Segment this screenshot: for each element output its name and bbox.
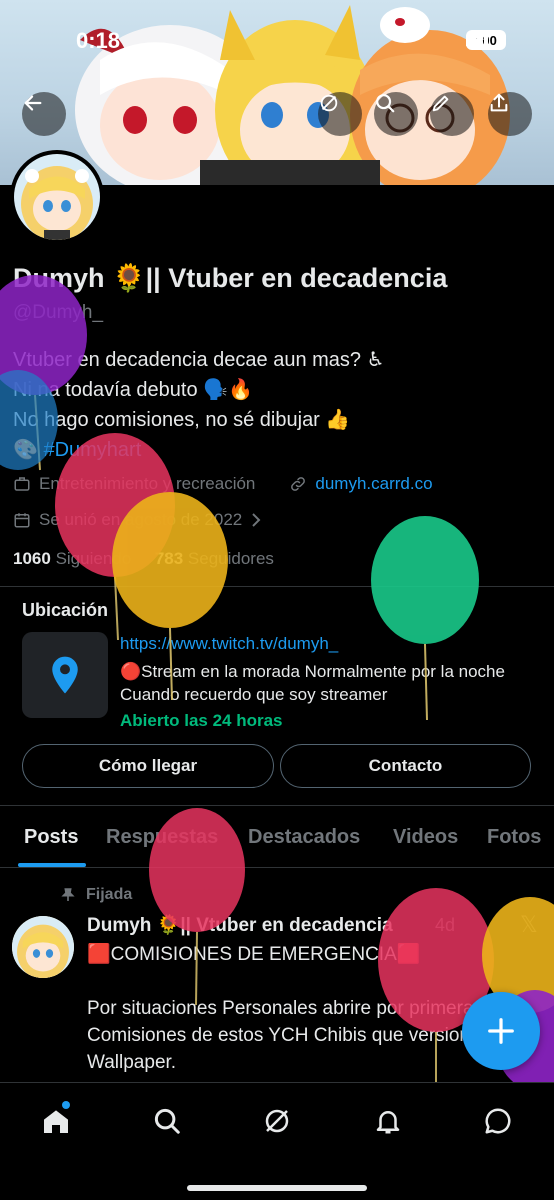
followers-count[interactable]: 783 [155, 549, 183, 568]
tab-highlights[interactable]: Destacados [248, 826, 360, 849]
home-icon [44, 1110, 68, 1133]
share-button[interactable] [488, 92, 532, 136]
nav-notifications[interactable] [368, 1101, 408, 1141]
bio-line: Vtuber en decadencia decae aun mas? ♿ [13, 349, 385, 371]
tab-posts[interactable]: Posts [24, 826, 78, 849]
nav-explore[interactable] [147, 1101, 187, 1141]
bio-hashtag[interactable]: 🎨 #Dumyhart [13, 435, 385, 465]
bio-line: Ni na todavía debuto 🗣️🔥 [13, 379, 253, 401]
location-title: Ubicación [22, 600, 109, 620]
explore-icon [154, 1108, 180, 1134]
grok-button[interactable] [318, 92, 362, 136]
location-map-thumbnail[interactable] [22, 632, 108, 718]
profile-joined-row[interactable]: Se unió en agosto de 2022 [13, 510, 262, 530]
link-icon [291, 477, 306, 491]
post-timestamp: 4d [435, 915, 456, 935]
profile-bio: Vtuber en decadencia decae aun mas? ♿ Ni… [13, 345, 385, 465]
wifi-icon [466, 30, 488, 46]
back-button[interactable] [22, 92, 66, 136]
pin-icon [61, 888, 75, 901]
x-logo-icon: 𝕏 [520, 912, 538, 937]
divider [0, 867, 554, 868]
location-url-link[interactable]: https://www.twitch.tv/dumyh_ [120, 634, 338, 654]
profile-joined-date: Se unió en agosto de 2022 [39, 510, 243, 529]
divider [0, 805, 554, 806]
chevron-right-icon [252, 513, 261, 527]
following-label[interactable]: Siguiendo [56, 549, 132, 568]
profile-display-name: Dumyh 🌻|| Vtuber en decadencia [13, 263, 448, 293]
share-icon [490, 93, 508, 112]
status-time: 0:18 [76, 28, 121, 53]
contact-button[interactable]: Contacto [280, 744, 531, 788]
profile-tabs: Posts Respuestas Destacados Videos Fotos [0, 812, 554, 867]
following-count[interactable]: 1060 [13, 549, 51, 568]
status-bar: 0:18 100 [0, 0, 554, 80]
notification-dot [62, 1101, 70, 1109]
tab-videos[interactable]: Videos [393, 826, 458, 849]
plus-icon [488, 1018, 514, 1044]
bell-icon [376, 1111, 400, 1134]
tab-photos[interactable]: Fotos [487, 826, 541, 849]
location-hours: Abierto las 24 horas [120, 711, 283, 730]
pinned-label: Fijada [86, 886, 133, 903]
profile-website-link[interactable]: dumyh.carrd.co [315, 474, 432, 494]
directions-button[interactable]: Cómo llegar [22, 744, 274, 788]
edit-button[interactable] [430, 92, 474, 136]
back-arrow-icon [24, 95, 42, 111]
profile-category: Entretenimiento y recreación [39, 474, 256, 493]
search-button[interactable] [374, 92, 418, 136]
follow-counts: 1060 Siguiendo 783 Seguidores [13, 549, 274, 569]
profile-avatar[interactable] [10, 150, 104, 244]
briefcase-icon [14, 477, 30, 491]
grok-icon [265, 1109, 289, 1133]
grok-icon [320, 94, 338, 112]
location-description: 🔴Stream en la morada Normalmente por la … [120, 662, 505, 704]
bio-line: No hago comisiones, no sé dibujar 👍 [13, 409, 351, 431]
home-indicator [187, 1185, 367, 1191]
messages-icon [485, 1108, 511, 1134]
nav-home[interactable] [36, 1101, 76, 1141]
post-author-avatar[interactable] [12, 916, 74, 978]
calendar-icon [14, 513, 30, 528]
status-icons: 100 [466, 30, 506, 50]
avatar-image [12, 916, 74, 978]
post-author-name[interactable]: Dumyh 🌻|| Vtuber en decadencia [87, 913, 393, 937]
profile-handle: @Dumyh_ [13, 302, 104, 323]
compose-button[interactable] [462, 992, 540, 1070]
nav-grok[interactable] [257, 1101, 297, 1141]
edit-icon [432, 95, 449, 112]
nav-messages[interactable] [478, 1101, 518, 1141]
followers-label[interactable]: Seguidores [188, 549, 274, 568]
bottom-navigation [0, 1082, 554, 1200]
pinned-label-row: Fijada [60, 886, 132, 904]
map-pin-icon [52, 656, 78, 694]
search-icon [376, 94, 395, 113]
tab-replies[interactable]: Respuestas [106, 826, 218, 849]
profile-meta-category-website: Entretenimiento y recreación dumyh.carrd… [13, 474, 433, 494]
avatar-image [14, 154, 100, 240]
divider [0, 586, 554, 587]
post-text[interactable]: 🟥COMISIONES DE EMERGENCIA🟥 Por situacion… [87, 941, 517, 1076]
